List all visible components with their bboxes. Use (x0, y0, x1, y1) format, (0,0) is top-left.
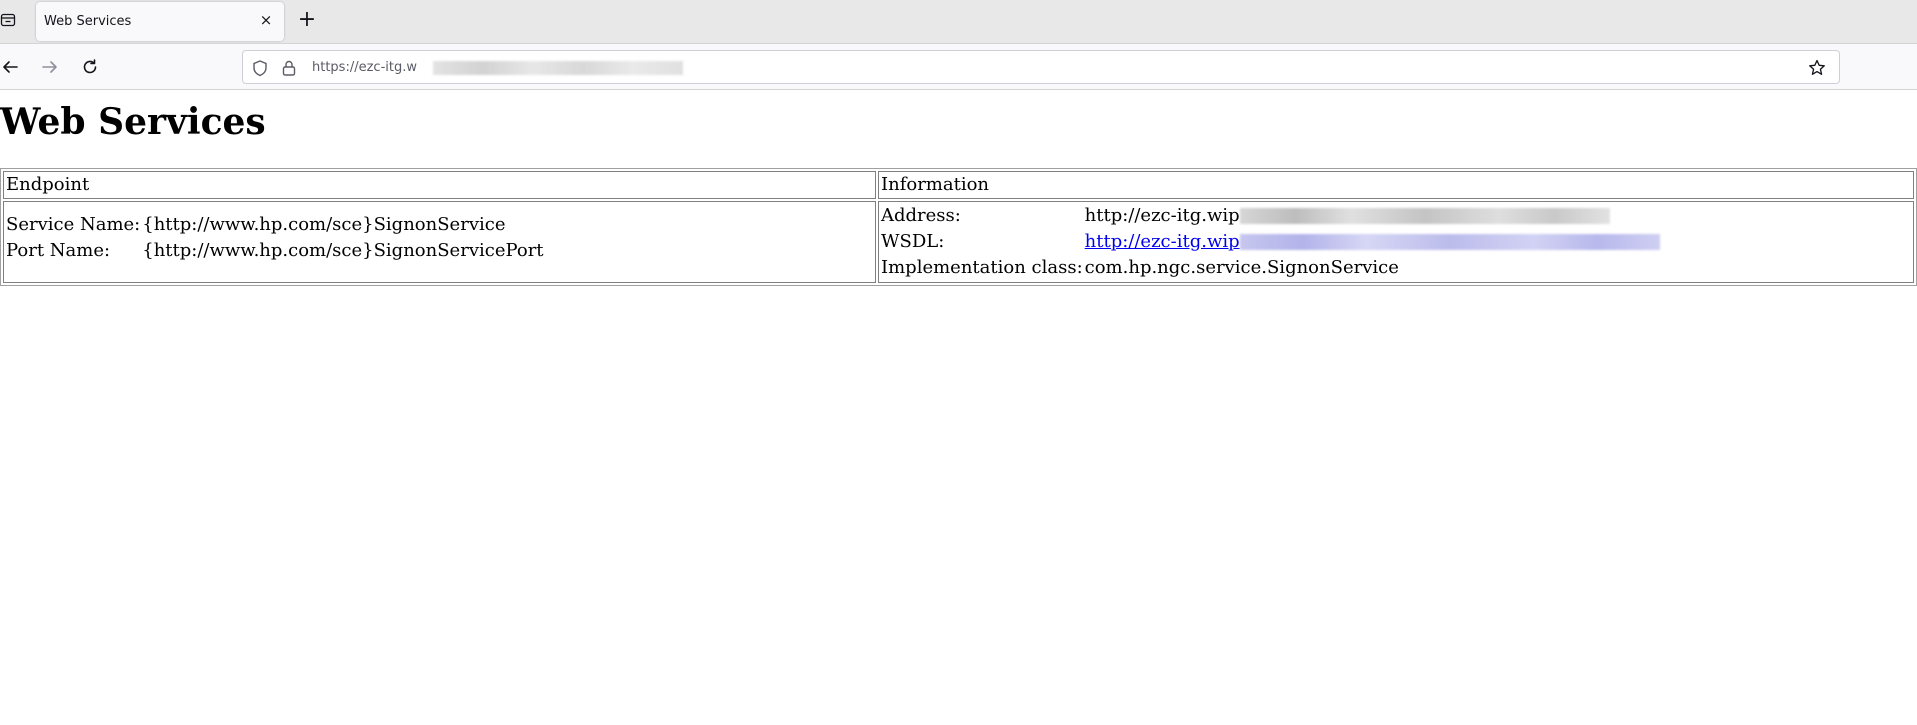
forward-arrow-icon[interactable] (38, 56, 60, 78)
header-information: Information (878, 171, 1914, 199)
implementation-class-label: Implementation class: (881, 257, 1083, 278)
information-details: Address: http://ezc-itg.wip WSDL: http:/… (881, 203, 1662, 281)
service-name-label: Service Name: (6, 214, 141, 235)
url-text[interactable]: https://ezc-itg.w (312, 60, 417, 75)
tab-title: Web Services (44, 14, 132, 29)
wsdl-link-text: http://ezc-itg.wip (1084, 231, 1240, 252)
tab-list-icon[interactable] (0, 12, 16, 28)
endpoint-cell: Service Name: {http://www.hp.com/sce}Sig… (3, 201, 876, 283)
address-label: Address: (881, 205, 961, 226)
close-icon[interactable]: × (258, 12, 274, 28)
web-services-table: Endpoint Information Service Name: {http… (0, 168, 1917, 286)
redacted-wsdl (1239, 234, 1660, 250)
page-title: Web Services (0, 101, 266, 143)
browser-tab[interactable]: Web Services × (36, 2, 284, 41)
service-name-value: {http://www.hp.com/sce}SignonService (142, 214, 506, 235)
redacted-address (1239, 208, 1610, 224)
port-name-value: {http://www.hp.com/sce}SignonServicePort (142, 240, 544, 261)
wsdl-link[interactable]: http://ezc-itg.wip (1085, 231, 1660, 252)
port-name-label: Port Name: (6, 240, 111, 261)
back-arrow-icon[interactable] (0, 56, 22, 78)
information-cell: Address: http://ezc-itg.wip WSDL: http:/… (878, 201, 1914, 283)
redacted-url (433, 61, 683, 75)
wsdl-label: WSDL: (881, 231, 945, 252)
implementation-class-value: com.hp.ngc.service.SignonService (1084, 257, 1399, 278)
endpoint-details: Service Name: {http://www.hp.com/sce}Sig… (6, 212, 546, 264)
shield-icon[interactable] (251, 59, 269, 77)
address-bar[interactable]: https://ezc-itg.w (242, 50, 1840, 84)
navigation-toolbar: https://ezc-itg.w (0, 44, 1917, 90)
wsdl-value-cell: http://ezc-itg.wip (1085, 229, 1662, 255)
reload-icon[interactable] (79, 56, 101, 78)
tab-strip: Web Services × + (0, 0, 1917, 44)
lock-icon[interactable] (281, 59, 297, 77)
header-endpoint: Endpoint (3, 171, 876, 199)
address-value: http://ezc-itg.wip (1084, 205, 1240, 226)
page-content: Web Services Endpoint Information Servic… (0, 91, 1917, 725)
table-header-row: Endpoint Information (3, 171, 1914, 199)
table-row: Service Name: {http://www.hp.com/sce}Sig… (3, 201, 1914, 283)
star-icon[interactable] (1807, 58, 1827, 78)
address-value-cell: http://ezc-itg.wip (1085, 203, 1662, 229)
plus-icon[interactable]: + (296, 9, 318, 32)
